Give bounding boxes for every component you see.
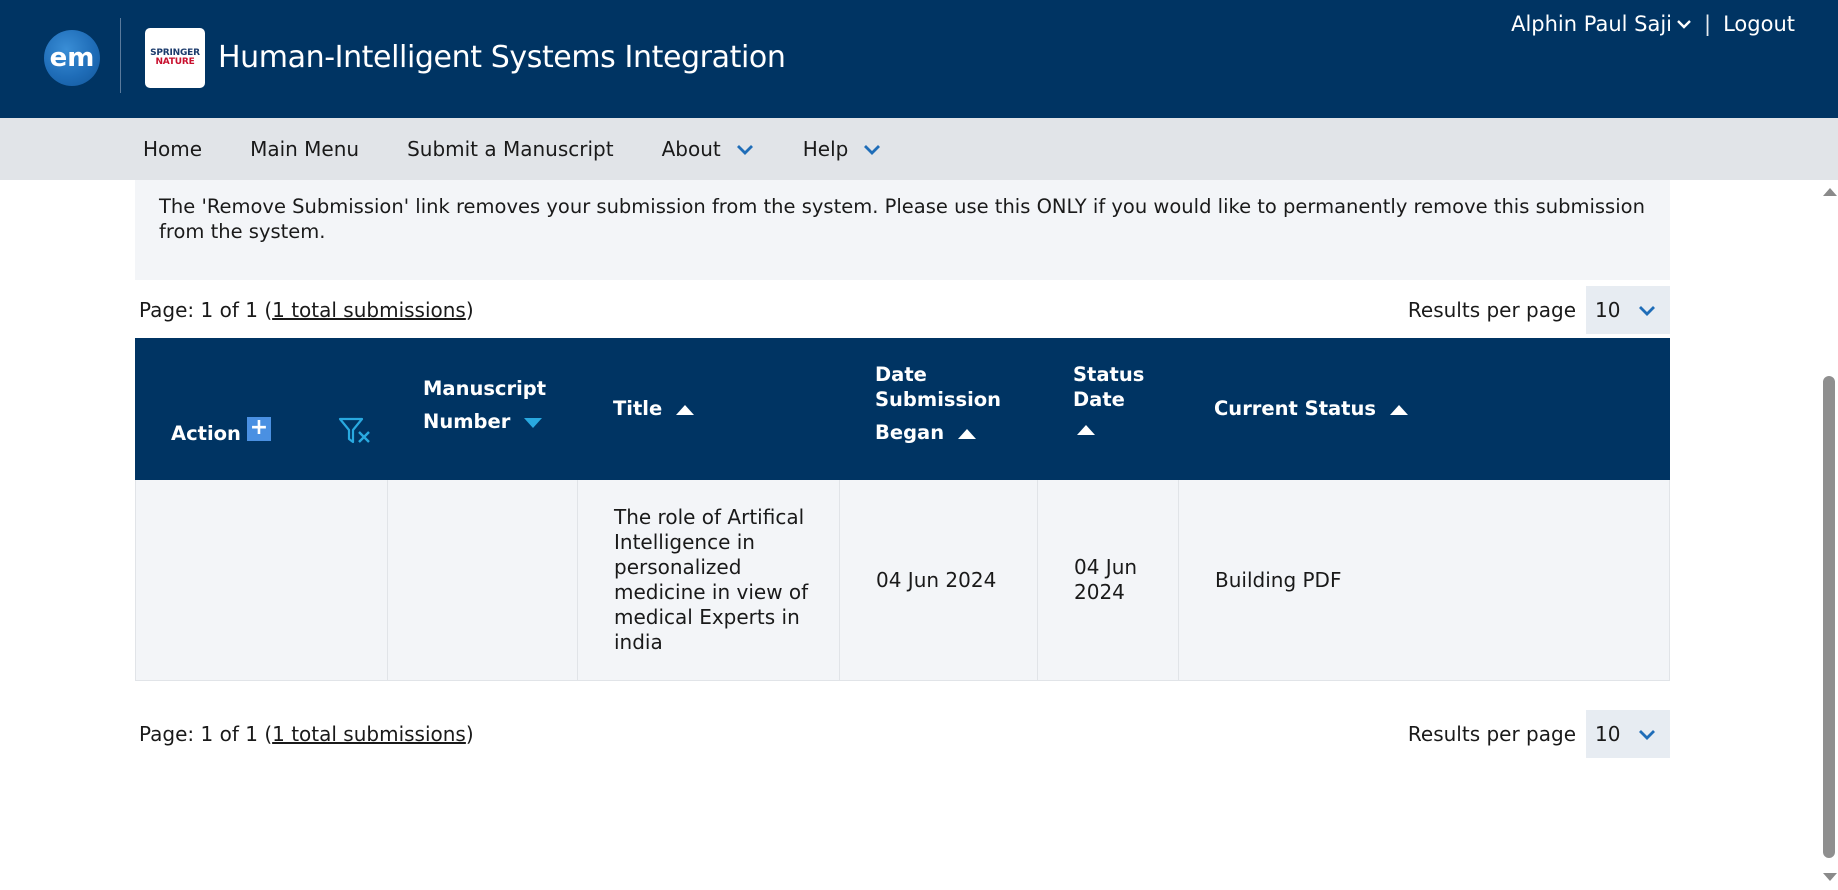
chevron-down-icon: [736, 145, 753, 155]
results-per-page: Results per page 10: [1408, 710, 1670, 758]
header-separator: |: [1704, 12, 1712, 36]
header-action: Action +: [135, 338, 387, 480]
em-logo-text: em: [49, 43, 95, 73]
cell-action: [136, 480, 388, 680]
nav-submit-label: Submit a Manuscript: [407, 137, 614, 161]
page-info: Page: 1 of 1 (1 total submissions): [135, 298, 474, 322]
expand-actions-button[interactable]: +: [246, 416, 271, 441]
per-page-value: 10: [1595, 722, 1621, 746]
nav-help-label: Help: [802, 137, 849, 161]
page-prefix: Page: 1 of 1 (: [139, 298, 273, 322]
header-current-status[interactable]: Current Status: [1178, 338, 1670, 480]
status-header-line1: Status: [1073, 363, 1145, 386]
date-header-line1: Date: [875, 363, 927, 386]
clear-filter-icon[interactable]: [337, 414, 373, 448]
submissions-table: Action + Manuscript Number Title Date Su…: [135, 338, 1670, 681]
header-status-date[interactable]: Status Date: [1037, 338, 1178, 480]
user-menu-button[interactable]: Alphin Paul Saji: [1511, 12, 1692, 36]
results-per-page-label: Results per page: [1407, 722, 1576, 746]
results-per-page-select[interactable]: 10: [1586, 710, 1670, 758]
title-header-label: Title: [613, 397, 663, 420]
nav-help[interactable]: Help: [803, 137, 883, 161]
top-header: em SPRINGER NATURE Human-Intelligent Sys…: [0, 0, 1838, 118]
scroll-up-arrow-icon[interactable]: [1823, 188, 1837, 196]
page-prefix: Page: 1 of 1 (: [139, 722, 273, 746]
cell-status-date: 04 Jun 2024: [1038, 480, 1179, 680]
sort-asc-icon[interactable]: [1077, 424, 1095, 435]
action-label: Action: [171, 422, 241, 445]
nav-about-label: About: [661, 137, 721, 161]
sort-asc-icon[interactable]: [1389, 404, 1408, 415]
header-title[interactable]: Title: [577, 338, 839, 480]
total-submissions-link[interactable]: 1 total submissions: [272, 298, 466, 322]
action-header-label: Action +: [171, 416, 271, 445]
chevron-down-icon: [864, 145, 881, 155]
nav-home-label: Home: [143, 137, 203, 161]
cell-title: The role of Artifical Intelligence in pe…: [578, 480, 840, 680]
scrollbar-thumb[interactable]: [1823, 376, 1835, 858]
status-header-line2: Date: [1073, 388, 1125, 411]
nav-main-menu-label: Main Menu: [250, 137, 360, 161]
page-info: Page: 1 of 1 (1 total submissions): [135, 722, 474, 746]
editorial-manager-logo[interactable]: em: [44, 30, 100, 86]
nav-about[interactable]: About: [662, 137, 755, 161]
user-name: Alphin Paul Saji: [1511, 12, 1673, 36]
cell-current-status: Building PDF: [1179, 480, 1669, 680]
pager-bottom: Page: 1 of 1 (1 total submissions) Resul…: [135, 710, 1670, 758]
date-header-line3: Began: [875, 421, 945, 444]
cell-current-status-value: Building PDF: [1215, 567, 1342, 592]
chevron-down-icon: [1639, 730, 1655, 740]
user-menu-area: Alphin Paul Saji | Logout: [1511, 12, 1795, 36]
main-navigation: Home Main Menu Submit a Manuscript About…: [0, 118, 1838, 180]
manuscript-header-line1: Manuscript: [423, 377, 547, 400]
table-row: The role of Artifical Intelligence in pe…: [135, 480, 1670, 681]
nav-main-menu[interactable]: Main Menu: [250, 137, 359, 161]
header-divider: [120, 18, 121, 93]
table-header-row: Action + Manuscript Number Title Date Su…: [135, 338, 1670, 480]
sort-asc-icon[interactable]: [676, 404, 695, 415]
nav-home[interactable]: Home: [143, 137, 202, 161]
scroll-down-arrow-icon[interactable]: [1823, 873, 1837, 881]
sort-desc-icon[interactable]: [524, 417, 543, 428]
info-text: The 'Remove Submission' link removes you…: [159, 195, 1645, 243]
page-suffix: ): [465, 722, 474, 746]
page-scrollbar[interactable]: [1820, 180, 1838, 890]
header-manuscript-number[interactable]: Manuscript Number: [387, 338, 577, 480]
cell-status-date-value: 04 Jun 2024: [1074, 555, 1138, 604]
manuscript-header-line2: Number: [423, 410, 511, 433]
total-submissions-link[interactable]: 1 total submissions: [272, 722, 466, 746]
publisher-line-2: NATURE: [155, 57, 195, 67]
journal-title: Human-Intelligent Systems Integration: [218, 40, 786, 75]
cell-date-value: 04 Jun 2024: [876, 567, 997, 592]
sort-asc-icon[interactable]: [958, 428, 977, 439]
remove-submission-info: The 'Remove Submission' link removes you…: [135, 180, 1670, 280]
pager-top: Page: 1 of 1 (1 total submissions) Resul…: [135, 286, 1670, 334]
cell-title-value: The role of Artifical Intelligence in pe…: [614, 505, 809, 654]
cell-date-submission-began: 04 Jun 2024: [840, 480, 1038, 680]
chevron-down-icon: [1639, 306, 1655, 316]
current-status-header-label: Current Status: [1214, 397, 1376, 420]
per-page-value: 10: [1595, 298, 1621, 322]
nav-submit-manuscript[interactable]: Submit a Manuscript: [407, 137, 614, 161]
header-date-submission-began[interactable]: Date Submission Began: [839, 338, 1037, 480]
cell-manuscript-number: [388, 480, 578, 680]
results-per-page-select[interactable]: 10: [1586, 286, 1670, 334]
springer-nature-logo[interactable]: SPRINGER NATURE: [145, 28, 205, 88]
results-per-page: Results per page 10: [1408, 286, 1670, 334]
logout-link[interactable]: Logout: [1723, 12, 1795, 36]
results-per-page-label: Results per page: [1407, 298, 1576, 322]
chevron-down-icon: [1677, 20, 1691, 29]
date-header-line2: Submission: [875, 388, 1002, 411]
page-suffix: ): [465, 298, 474, 322]
